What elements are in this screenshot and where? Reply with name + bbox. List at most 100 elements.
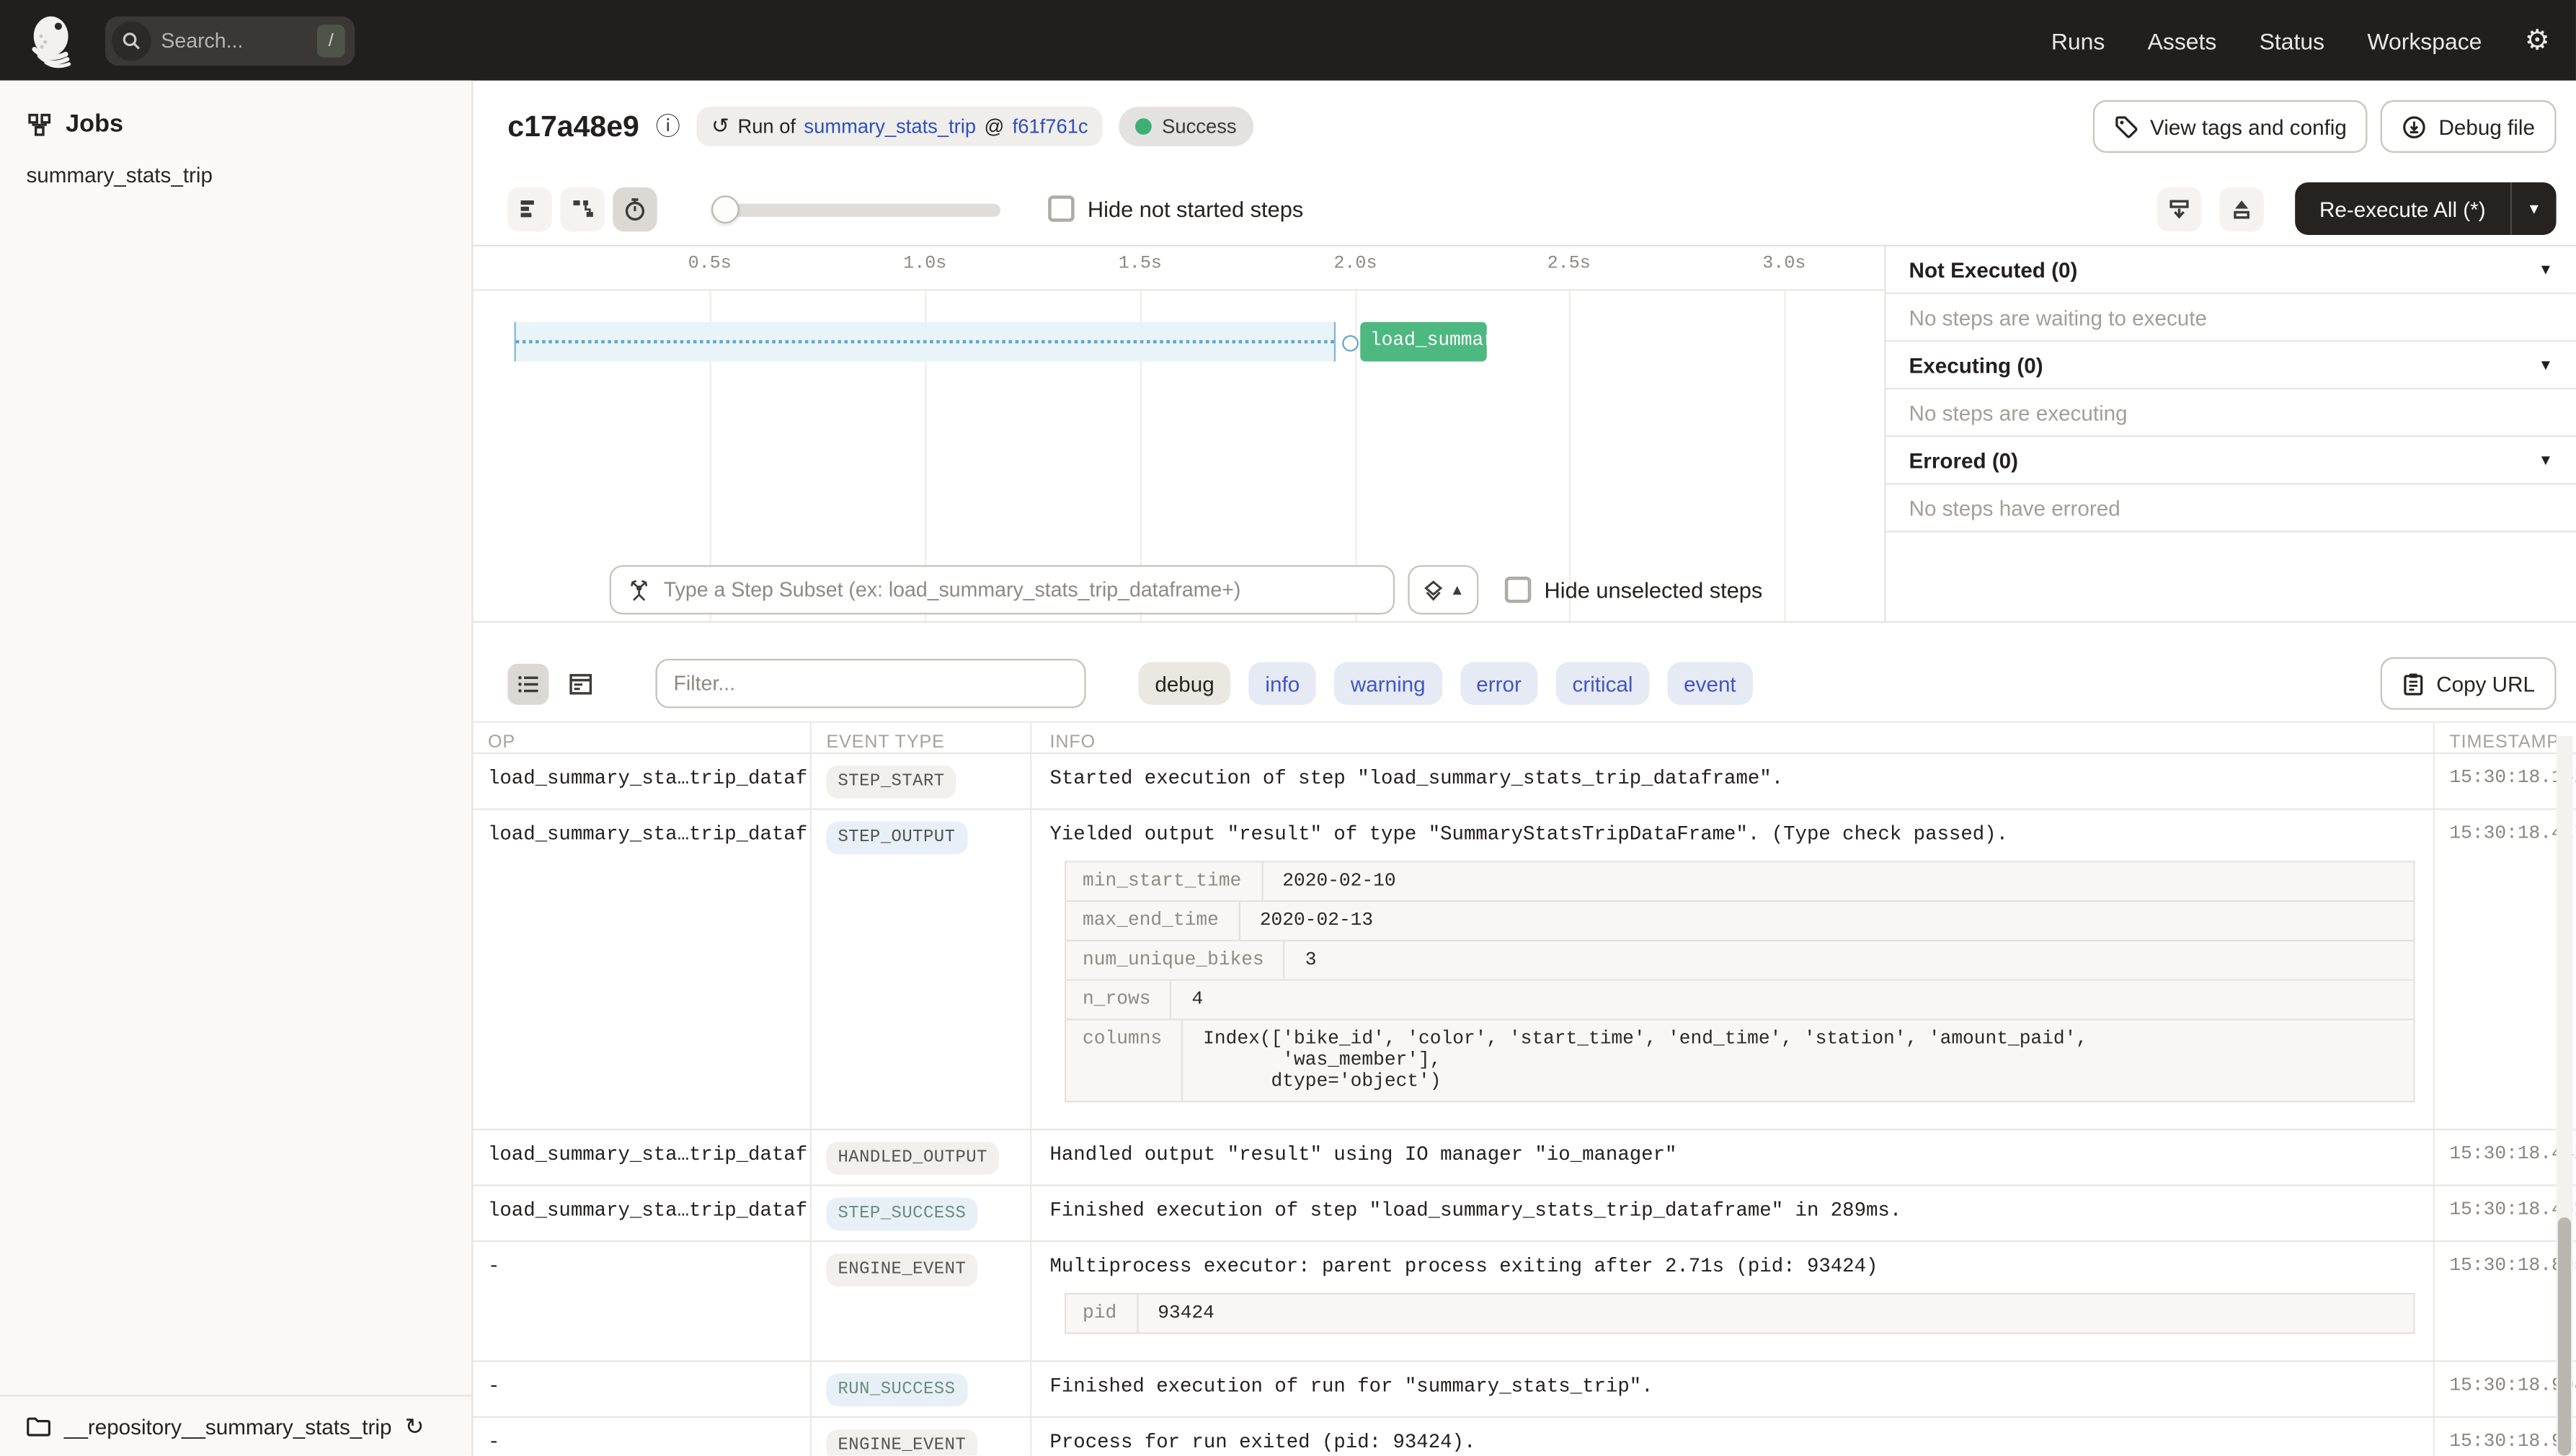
event-type-cell: ENGINE_EVENT [812,1242,1032,1361]
info-text: Yielded output "result" of type "Summary… [1049,822,2008,846]
step-subset-input[interactable]: Type a Step Subset (ex: load_summary_sta… [609,565,1395,615]
nav-item-runs[interactable]: Runs [2051,27,2105,53]
op-cell: load_summary_sta…trip_dataframe [473,754,812,809]
section-empty-message: No steps are executing [1886,389,2576,438]
tag-icon [2115,115,2137,138]
at-symbol: @ [984,115,1005,138]
info-cell: Finished execution of run for "summary_s… [1031,1362,2435,1416]
sidebar-title: Jobs [66,110,123,138]
log-table-row[interactable]: load_summary_sta…trip_dataframe STEP_SUCC… [473,1184,2576,1240]
status-badge: Success [1119,107,1253,146]
axis-tick-label: 1.5s [1118,254,1162,275]
log-list-view-button[interactable] [507,662,549,704]
log-table-row[interactable]: load_summary_sta…trip_dataframe STEP_OUTP… [473,808,2576,1129]
log-scrollbar[interactable] [2556,736,2573,1456]
log-table-row[interactable]: - ENGINE_EVENT Process for run exited (pid… [473,1416,2576,1456]
global-search-input[interactable]: Search... / [105,15,355,66]
commit-link[interactable]: f61f761c [1013,115,1088,138]
metadata-key: min_start_time [1066,862,1263,901]
zoom-to-fit-up-button[interactable] [2219,186,2264,231]
event-log-header: OP EVENT TYPE INFO TIMESTAMP [473,722,2576,753]
log-filter-input[interactable]: Filter... [655,658,1086,709]
event-type-cell: ENGINE_EVENT [812,1418,1032,1456]
refresh-icon[interactable]: ↻ [405,1412,425,1440]
reexecute-dropdown-caret[interactable]: ▼ [2510,182,2557,235]
event-log-table: OP EVENT TYPE INFO TIMESTAMP load_summary_s… [473,721,2576,1456]
timestamp-cell: 15:30:18.427 [2449,822,2576,845]
checkbox-icon[interactable] [1504,577,1532,603]
step-status-section-header[interactable]: Executing (0) ▼ [1886,342,2576,390]
jobs-tree-icon [28,112,51,136]
metadata-key: max_end_time [1066,902,1240,940]
reexecute-all-split-button[interactable]: Re-execute All (*) ▼ [2294,182,2557,235]
op-cell: - [473,1362,812,1416]
log-table-row[interactable]: - ENGINE_EVENT Multiprocess executor: pare… [473,1240,2576,1361]
sidebar-item-summary-stats-trip[interactable]: summary_stats_trip [0,148,471,202]
step-status-section-header[interactable]: Not Executed (0) ▼ [1886,247,2576,294]
log-level-chip-critical[interactable]: critical [1555,662,1650,705]
timestamp-cell: 15:30:18.925 [2449,1431,2576,1452]
axis-gridline [1784,289,1786,621]
event-type-badge: RUN_SUCCESS [826,1373,967,1407]
app-root: Search... / Runs Assets Status Workspace ⚙ … [0,0,2576,1456]
log-scrollbar-thumb[interactable] [2557,1217,2572,1456]
dagster-logo-icon[interactable] [26,12,81,68]
log-level-chip-debug[interactable]: debug [1138,662,1231,705]
log-table-row[interactable]: load_summary_sta…trip_dataframe STEP_STAR… [473,752,2576,809]
info-icon[interactable]: ⓘ [656,114,680,138]
gantt-flat-view-button[interactable] [507,186,552,231]
metadata-key: pid [1066,1295,1138,1333]
log-level-chip-info[interactable]: info [1248,662,1317,705]
zoom-slider[interactable] [711,195,1001,223]
log-table-row[interactable]: - RUN_SUCCESS Finished execution of run fo… [473,1360,2576,1416]
column-header-info: INFO [1031,722,2435,753]
info-text: Started execution of step "load_summary_… [1049,767,1784,791]
search-icon [111,20,151,61]
log-level-chip-event[interactable]: event [1667,662,1753,705]
log-structured-view-button[interactable] [560,663,601,704]
zoom-to-fit-down-button[interactable] [2157,186,2201,231]
hide-unselected-checkbox[interactable]: Hide unselected steps [1504,577,1762,603]
top-nav-links: Runs Assets Status Workspace [2051,27,2482,53]
gantt-timed-view-button[interactable] [613,186,657,231]
nav-item-status[interactable]: Status [2260,27,2324,53]
nav-item-workspace[interactable]: Workspace [2367,27,2482,53]
step-status-section-header[interactable]: Errored (0) ▼ [1886,437,2576,485]
log-level-chip-warning[interactable]: warning [1334,662,1442,705]
chevron-down-icon: ▼ [2538,356,2554,373]
run-id: c17a48e9 [507,109,639,143]
gantt-step-bar[interactable]: load_summary_ [1360,321,1487,362]
metadata-key: num_unique_bikes [1066,941,1286,980]
copy-url-button[interactable]: Copy URL [2380,657,2557,710]
view-tags-and-config-button[interactable]: View tags and config [2092,100,2368,153]
gantt-waiting-span [514,321,1336,362]
zoom-slider-handle[interactable] [711,195,740,223]
gear-icon[interactable]: ⚙ [2525,26,2550,54]
checkbox-icon[interactable] [1048,195,1075,222]
timestamp-cell: 15:30:18.895 [2449,1255,2576,1277]
debug-file-button[interactable]: Debug file [2381,100,2557,153]
info-cell: Started execution of step "load_summary_… [1031,754,2435,809]
metadata-table: pid 93424 [1064,1292,2415,1334]
nav-item-assets[interactable]: Assets [2148,27,2217,53]
graph-query-toggle-button[interactable]: ▲ [1408,565,1479,615]
metadata-row: num_unique_bikes 3 [1066,941,2414,981]
job-link[interactable]: summary_stats_trip [804,115,976,138]
event-type-badge: STEP_SUCCESS [826,1197,978,1231]
info-cell: Process for run exited (pid: 93424). [1031,1418,2435,1456]
log-level-chip-error[interactable]: error [1460,662,1538,705]
section-empty-message: No steps are waiting to execute [1886,294,2576,342]
info-cell: Handled output "result" using IO manager… [1031,1130,2435,1185]
search-placeholder: Search... [161,28,244,52]
metadata-value: Index(['bike_id', 'color', 'start_time',… [1203,1028,2088,1093]
hide-not-started-checkbox[interactable]: Hide not started steps [1048,195,1303,222]
reexecute-all-button[interactable]: Re-execute All (*) [2295,182,2510,235]
filter-placeholder: Filter... [673,672,736,696]
repository-name: __repository__summary_stats_trip [63,1413,392,1439]
metadata-table: min_start_time 2020-02-10 max_end_time 2020… [1064,861,2415,1103]
event-type-cell: STEP_START [812,754,1032,809]
log-table-row[interactable]: load_summary_sta…trip_dataframe HANDLED_O… [473,1128,2576,1185]
run-of-chip: ↺ Run of summary_stats_trip @ f61f761c [696,107,1103,146]
gantt-waterfall-view-button[interactable] [560,186,605,231]
column-header-event-type: EVENT TYPE [812,722,1032,753]
